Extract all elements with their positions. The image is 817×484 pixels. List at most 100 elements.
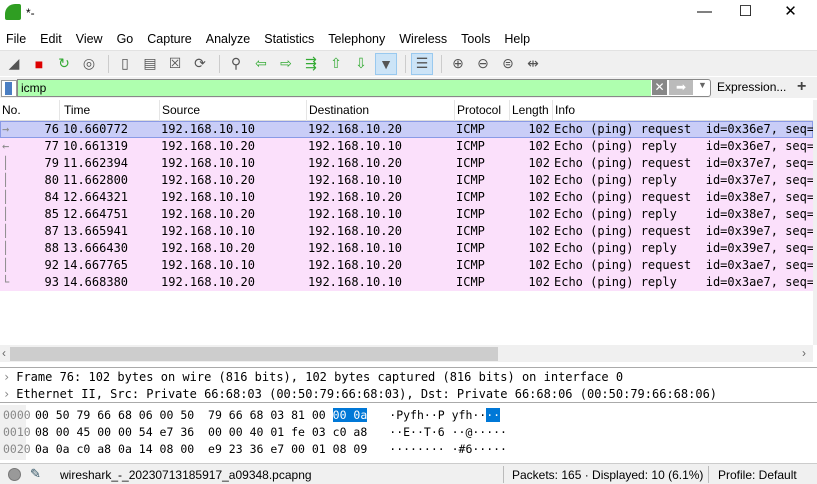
go-last-icon[interactable]: ⇩	[350, 53, 372, 75]
go-forward-icon[interactable]: ⇨	[275, 53, 297, 75]
scroll-left-icon[interactable]: ‹	[2, 346, 6, 360]
hex-offset: 0020	[3, 442, 31, 456]
colorize-icon[interactable]: ☰	[411, 52, 433, 75]
zoom-reset-icon[interactable]: ⊜	[497, 53, 519, 75]
add-filter-button[interactable]: +	[797, 78, 806, 96]
cell-source: 192.168.10.20	[161, 139, 255, 153]
zoom-out-icon[interactable]: ⊖	[472, 53, 494, 75]
table-row[interactable]: │ 87 13.665941 192.168.10.10 192.168.10.20 IC…	[0, 223, 813, 240]
cell-no: 85	[44, 207, 59, 221]
cell-source: 192.168.10.20	[161, 207, 255, 221]
cell-protocol: ICMP	[456, 156, 485, 170]
ascii-bytes[interactable]: ··E··T·6 ··@·····	[389, 425, 507, 439]
detail-ethernet[interactable]: › Ethernet II, Src: Private 66:68:03 (00:…	[3, 386, 717, 403]
go-to-packet-icon[interactable]: ⇶	[300, 53, 322, 75]
reload-file-icon[interactable]: ⟳	[189, 53, 211, 75]
table-row[interactable]: │ 88 13.666430 192.168.10.20 192.168.10.10 IC…	[0, 240, 813, 257]
table-row[interactable]: │ 80 11.662800 192.168.10.20 192.168.10.10 IC…	[0, 172, 813, 189]
chevron-right-icon[interactable]: ›	[3, 387, 10, 401]
table-row[interactable]: │ 79 11.662394 192.168.10.10 192.168.10.20 IC…	[0, 155, 813, 172]
table-row[interactable]: └ 93 14.668380 192.168.10.20 192.168.10.10 IC…	[0, 274, 813, 291]
restart-capture-icon[interactable]: ↻	[53, 53, 75, 75]
related-packet-icon: │	[2, 241, 10, 255]
cell-length: 102	[528, 122, 550, 136]
menu-wireless[interactable]: Wireless	[399, 28, 447, 50]
table-row[interactable]: │ 92 14.667765 192.168.10.10 192.168.10.20 IC…	[0, 257, 813, 274]
title-bar: *- — ☐ ✕	[0, 0, 817, 27]
main-toolbar: ◢ ■ ↻ ◎ ▯ ▤ ☒ ⟳ ⚲ ⇦ ⇨ ⇶ ⇧ ⇩ ▼ ☰ ⊕ ⊖ ⊜ ⇹	[0, 50, 817, 76]
table-row[interactable]: │ 84 12.664321 192.168.10.10 192.168.10.20 IC…	[0, 189, 813, 206]
open-file-icon[interactable]: ▯	[114, 53, 136, 75]
cell-info: Echo (ping) reply id=0x39e7, seq=4	[554, 241, 813, 255]
column-header-time[interactable]: Time	[62, 100, 160, 121]
column-header-protocol[interactable]: Protocol	[455, 100, 510, 121]
cell-info: Echo (ping) request id=0x37e7, seq=2	[554, 156, 813, 170]
column-header-info[interactable]: Info	[553, 100, 817, 121]
cell-no: 76	[44, 122, 59, 136]
hex-bytes[interactable]: 00 50 79 66 68 06 00 50 79 66 68 03 81 0…	[35, 408, 333, 422]
hex-bytes[interactable]: 0a 0a c0 a8 0a 14 08 00 e9 23 36 e7 00 0…	[35, 442, 367, 456]
menu-edit[interactable]: Edit	[40, 28, 62, 50]
display-filter-input[interactable]	[17, 79, 651, 97]
detail-text: Frame 76: 102 bytes on wire (816 bits), …	[16, 370, 624, 384]
menu-statistics[interactable]: Statistics	[264, 28, 314, 50]
chevron-right-icon[interactable]: ›	[3, 370, 10, 384]
stop-capture-icon[interactable]: ■	[28, 53, 50, 75]
bookmark-icon[interactable]	[1, 80, 17, 97]
menu-file[interactable]: File	[6, 28, 26, 50]
cell-protocol: ICMP	[456, 258, 485, 272]
chevron-down-icon[interactable]: ▼	[698, 80, 707, 90]
scrollbar-thumb[interactable]	[10, 347, 498, 361]
save-file-icon[interactable]: ▤	[139, 53, 161, 75]
menu-capture[interactable]: Capture	[147, 28, 191, 50]
menu-bar: File Edit View Go Capture Analyze Statistics Te…	[0, 28, 817, 50]
hex-offset: 0000	[3, 408, 31, 422]
ascii-bytes[interactable]: ········ ·#6·····	[389, 442, 507, 456]
resize-columns-icon[interactable]: ⇹	[522, 53, 544, 75]
profile-label[interactable]: Profile: Default	[718, 468, 797, 482]
expression-button[interactable]: Expression...	[717, 80, 786, 94]
column-header-destination[interactable]: Destination	[307, 100, 455, 121]
related-packet-icon: │	[2, 173, 10, 187]
packet-details: › Frame 76: 102 bytes on wire (816 bits),…	[0, 367, 817, 403]
hex-bytes[interactable]: 08 00 45 00 00 54 e7 36 00 00 40 01 fe 0…	[35, 425, 367, 439]
menu-help[interactable]: Help	[504, 28, 530, 50]
related-packet-icon: └	[2, 275, 10, 289]
scroll-right-icon[interactable]: ›	[802, 346, 806, 360]
find-packet-icon[interactable]: ⚲	[225, 53, 247, 75]
menu-analyze[interactable]: Analyze	[206, 28, 250, 50]
expert-info-icon[interactable]	[8, 468, 21, 481]
cell-info: Echo (ping) request id=0x38e7, seq=3	[554, 190, 813, 204]
ascii-bytes[interactable]: ·Pyfh··P yfh··	[389, 408, 486, 422]
maximize-button[interactable]: ☐	[723, 0, 768, 26]
table-row[interactable]: │ 85 12.664751 192.168.10.20 192.168.10.10 IC…	[0, 206, 813, 223]
shark-fin-start-icon[interactable]: ◢	[3, 53, 25, 75]
table-row[interactable]: → 76 10.660772 192.168.10.10 192.168.10.20 IC…	[0, 121, 813, 138]
close-button[interactable]: ✕	[768, 0, 813, 26]
clear-filter-icon[interactable]: ✕	[652, 80, 667, 95]
hex-bytes-selected[interactable]: 00 0a	[332, 408, 368, 422]
zoom-in-icon[interactable]: ⊕	[447, 53, 469, 75]
detail-frame[interactable]: › Frame 76: 102 bytes on wire (816 bits),…	[3, 369, 623, 386]
capture-options-icon[interactable]: ◎	[78, 53, 100, 75]
menu-view[interactable]: View	[76, 28, 103, 50]
menu-go[interactable]: Go	[117, 28, 134, 50]
menu-telephony[interactable]: Telephony	[328, 28, 385, 50]
window-title: *-	[26, 6, 35, 20]
go-back-icon[interactable]: ⇦	[250, 53, 272, 75]
apply-filter-icon[interactable]: ➡	[669, 80, 693, 95]
go-first-icon[interactable]: ⇧	[325, 53, 347, 75]
related-packet-icon: │	[2, 190, 10, 204]
related-packet-icon: │	[2, 258, 10, 272]
close-file-icon[interactable]: ☒	[164, 53, 186, 75]
vertical-scrollbar[interactable]	[813, 100, 817, 345]
edit-comment-icon[interactable]: ✎	[30, 466, 41, 482]
column-header-source[interactable]: Source	[160, 100, 307, 121]
column-header-no[interactable]: No.	[0, 100, 60, 121]
minimize-button[interactable]: —	[682, 0, 727, 26]
ascii-bytes-selected[interactable]: ··	[486, 408, 501, 422]
autoscroll-icon[interactable]: ▼	[375, 52, 397, 75]
table-row[interactable]: ← 77 10.661319 192.168.10.20 192.168.10.10 IC…	[0, 138, 813, 155]
column-header-length[interactable]: Length	[510, 100, 553, 121]
menu-tools[interactable]: Tools	[461, 28, 490, 50]
